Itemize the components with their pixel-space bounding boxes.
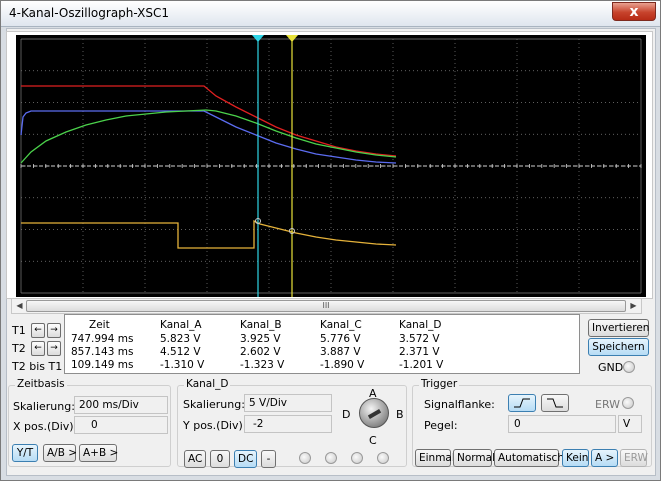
scroll-right-icon[interactable]: ▶ — [627, 300, 640, 312]
trigger-auto-button[interactable]: Automatisch — [494, 449, 564, 467]
header-channel-b: Kanal_B — [240, 319, 282, 331]
channel-scale-label: Skalierung: — [183, 398, 245, 411]
t2-label: T2 — [12, 342, 26, 355]
coupling-minus-button[interactable]: - — [261, 450, 276, 468]
diff-time: 109.149 ms — [71, 359, 134, 371]
t1-left-button[interactable]: ← — [31, 323, 45, 338]
scope-screen[interactable] — [16, 35, 646, 297]
rising-edge-icon — [514, 398, 530, 408]
level-label: Pegel: — [424, 419, 458, 432]
header-channel-a: Kanal_A — [160, 319, 202, 331]
horizontal-scrollbar[interactable]: ◀ III ▶ — [11, 298, 642, 314]
coupling-zero-button[interactable]: 0 — [210, 450, 230, 468]
knob-label-b: B — [396, 408, 404, 421]
timebase-title: Zeitbasis — [15, 378, 67, 390]
coupling-ac-button[interactable]: AC — [184, 450, 206, 468]
timebase-scale-field[interactable]: 200 ms/Div — [74, 396, 168, 414]
trigger-title: Trigger — [419, 378, 460, 390]
x-position-label: X pos.(Div): — [13, 420, 78, 433]
t1-channel-d: 3.572 V — [399, 333, 440, 345]
t2-right-button[interactable]: → — [47, 341, 61, 356]
ext-trigger-indicator[interactable] — [622, 397, 634, 409]
trigger-ext-button[interactable]: ERW — [620, 449, 648, 467]
ext-trigger-label: ERW — [595, 398, 621, 411]
channel-led-3 — [351, 452, 363, 464]
falling-edge-button[interactable] — [541, 394, 569, 412]
mode-a-plus-b-button[interactable]: A+B > — [79, 444, 118, 462]
header-channel-c: Kanal_C — [320, 319, 362, 331]
trigger-single-button[interactable]: Einmal — [415, 449, 455, 467]
close-button[interactable]: x — [612, 2, 656, 21]
trigger-source-button[interactable]: A > — [591, 449, 618, 467]
t2-left-button[interactable]: ← — [31, 341, 45, 356]
channel-led-4 — [377, 452, 389, 464]
mode-ab-button[interactable]: A/B > — [43, 444, 77, 462]
trigger-normal-button[interactable]: Normal — [453, 449, 495, 467]
level-unit: V — [618, 415, 642, 433]
t1-right-button[interactable]: → — [47, 323, 61, 338]
save-button[interactable]: Speichern — [588, 338, 649, 356]
channel-led-1 — [299, 452, 311, 464]
measurement-table: Zeit Kanal_A Kanal_B Kanal_C Kanal_D 747… — [64, 314, 580, 374]
y-position-label: Y pos.(Div): — [183, 419, 247, 432]
title-bar[interactable]: 4-Kanal-Oszillograph-XSC1 x — [1, 1, 660, 27]
channel-title: Kanal_D — [184, 378, 231, 390]
t2-channel-c: 3.887 V — [320, 346, 361, 358]
x-position-field[interactable]: 0 — [74, 416, 168, 434]
diff-channel-a: -1.310 V — [160, 359, 205, 371]
t1-label: T1 — [12, 324, 26, 337]
mode-yt-button[interactable]: Y/T — [12, 444, 38, 462]
edge-label: Signalflanke: — [424, 398, 495, 411]
t1-time: 747.994 ms — [71, 333, 134, 345]
timebase-scale-label: Skalierung: — [13, 400, 75, 413]
rising-edge-button[interactable] — [508, 394, 536, 412]
channel-led-2 — [325, 452, 337, 464]
gnd-indicator[interactable] — [623, 361, 635, 373]
t2-channel-a: 4.512 V — [160, 346, 201, 358]
header-time: Zeit — [89, 319, 110, 331]
trigger-none-button[interactable]: Kein — [562, 449, 589, 467]
falling-edge-icon — [547, 398, 563, 408]
t1-channel-c: 5.776 V — [320, 333, 361, 345]
t2-channel-b: 2.602 V — [240, 346, 281, 358]
window-title: 4-Kanal-Oszillograph-XSC1 — [9, 6, 169, 20]
coupling-dc-button[interactable]: DC — [234, 450, 257, 468]
scroll-thumb[interactable]: III — [26, 300, 626, 312]
t2-time: 857.143 ms — [71, 346, 134, 358]
diff-channel-c: -1.890 V — [320, 359, 365, 371]
level-field[interactable]: 0 — [508, 415, 616, 433]
t1-channel-a: 5.823 V — [160, 333, 201, 345]
knob-label-d: D — [342, 408, 351, 421]
knob-label-c: C — [369, 434, 377, 447]
header-channel-d: Kanal_D — [399, 319, 442, 331]
y-position-field[interactable]: -2 — [244, 415, 332, 433]
scope-frame — [6, 31, 653, 299]
diff-channel-d: -1.201 V — [399, 359, 444, 371]
t2-channel-d: 2.371 V — [399, 346, 440, 358]
channel-select-knob[interactable] — [359, 398, 389, 428]
scroll-left-icon[interactable]: ◀ — [13, 300, 26, 312]
gnd-label: GND — [598, 361, 624, 374]
t2-minus-t1-label: T2 bis T1 — [12, 360, 63, 373]
diff-channel-b: -1.323 V — [240, 359, 285, 371]
t1-channel-b: 3.925 V — [240, 333, 281, 345]
channel-scale-field[interactable]: 5 V/Div — [244, 394, 332, 412]
oscilloscope-window: 4-Kanal-Oszillograph-XSC1 x ◀ III ▶ T1 ←… — [0, 0, 661, 481]
invert-button[interactable]: Invertieren — [588, 319, 649, 337]
